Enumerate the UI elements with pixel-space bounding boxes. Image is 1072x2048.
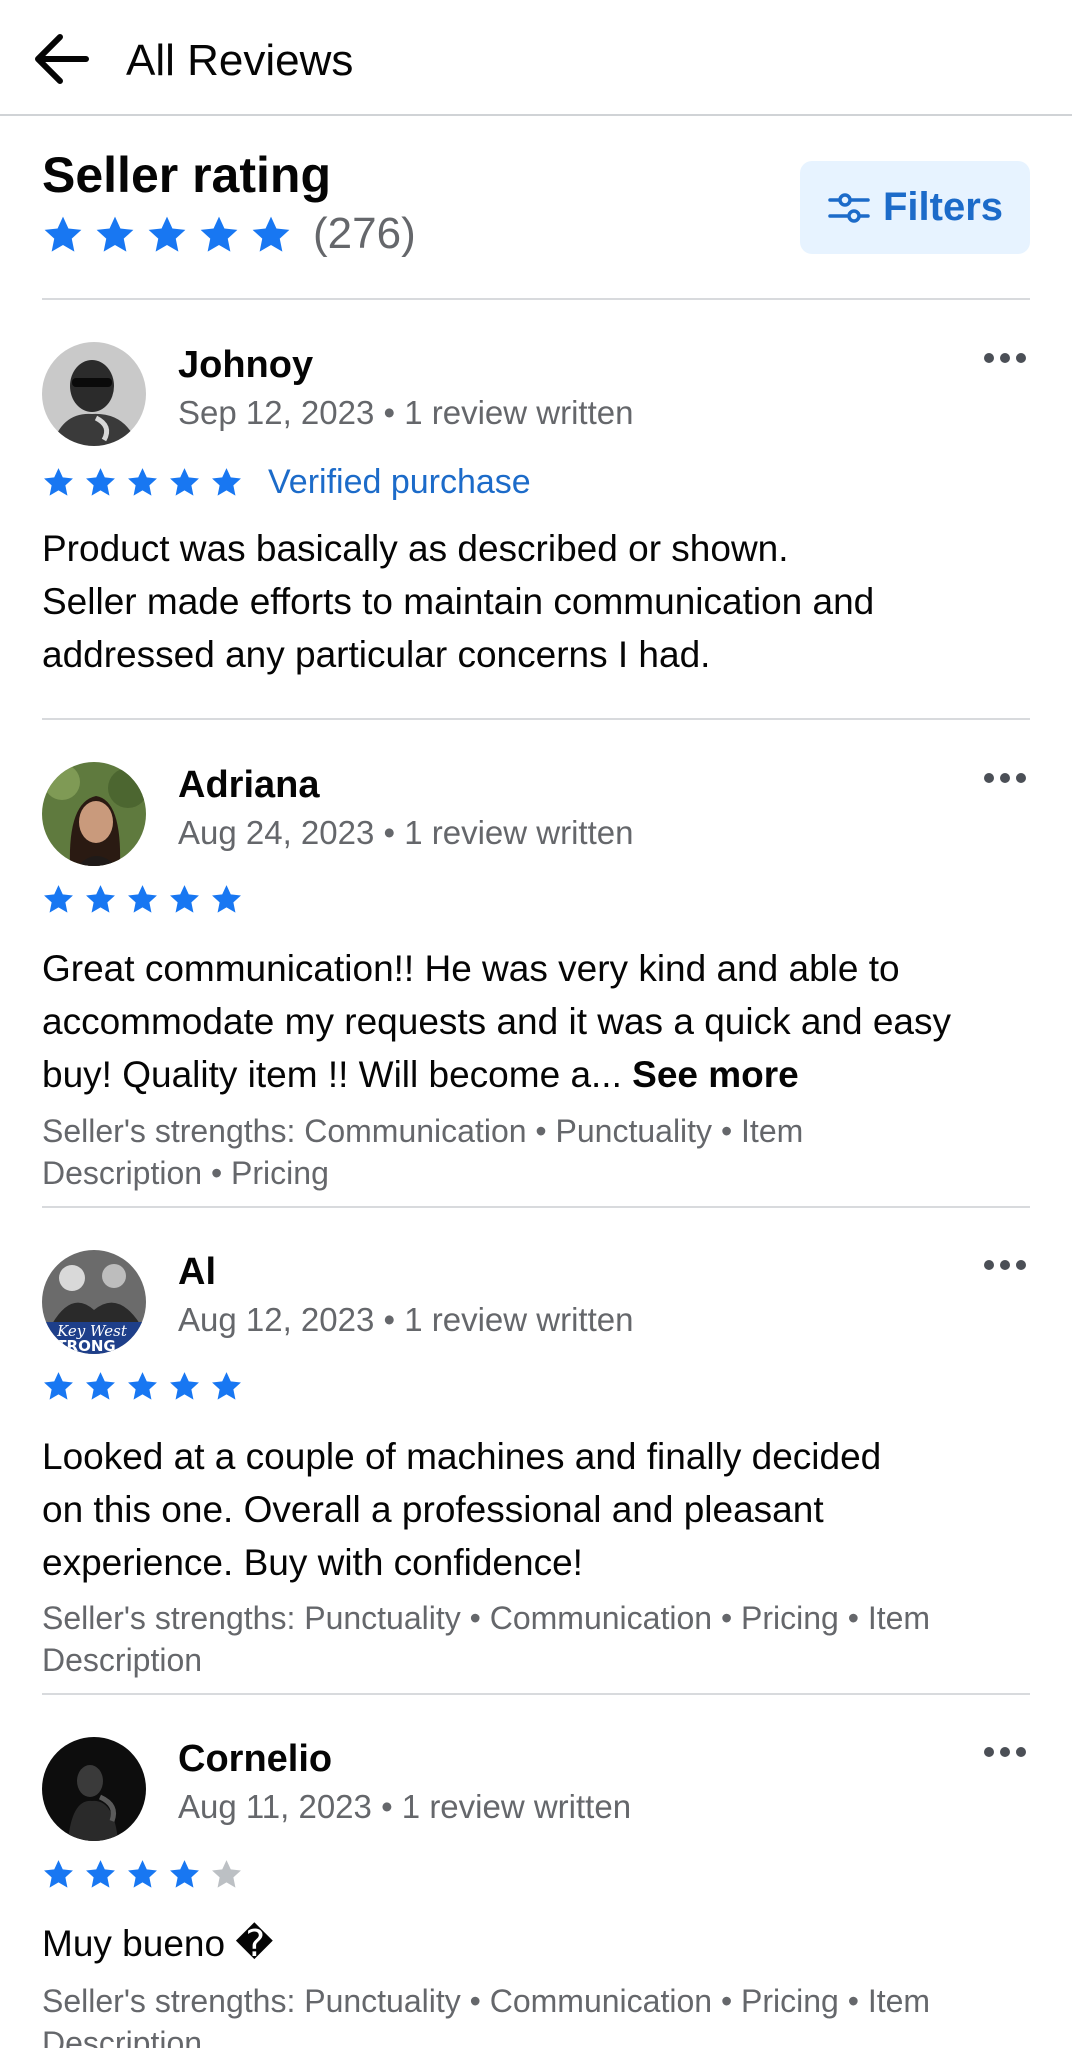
strengths-line: Seller's strengths: Punctuality • Commun… bbox=[42, 1600, 931, 1636]
star-filled-icon bbox=[148, 216, 186, 252]
review-count: 1 review written bbox=[404, 394, 634, 431]
seller-rating-stars bbox=[42, 214, 292, 256]
review-text: Looked at a couple of machines and final… bbox=[42, 1430, 1042, 1589]
review-text-line: accommodate my requests and it was a qui… bbox=[42, 1001, 952, 1042]
review-text-line: addressed any particular concerns I had. bbox=[42, 634, 711, 675]
header-divider bbox=[42, 298, 1030, 300]
star-filled-icon bbox=[86, 1372, 115, 1400]
rating-count: (276) bbox=[313, 209, 416, 258]
more-options-button[interactable] bbox=[980, 343, 1030, 373]
filter-sliders-icon bbox=[828, 192, 870, 223]
back-arrow-icon bbox=[35, 34, 89, 84]
star-filled-icon bbox=[212, 885, 241, 913]
strengths-line: Description bbox=[42, 1642, 203, 1678]
review-date: Sep 12, 2023 bbox=[178, 394, 375, 431]
seller-strengths: Seller's strengths: Punctuality • Commun… bbox=[42, 1980, 1032, 2048]
filters-label: Filters bbox=[882, 185, 1004, 229]
review-text-line: Seller made efforts to maintain communic… bbox=[42, 581, 875, 622]
star-filled-icon bbox=[170, 1372, 199, 1400]
back-button[interactable] bbox=[30, 30, 94, 88]
review-stars bbox=[42, 1370, 243, 1403]
star-filled-icon bbox=[86, 1860, 115, 1888]
more-options-button[interactable] bbox=[980, 1737, 1030, 1767]
review-text-line: Muy bueno � bbox=[42, 1923, 274, 1964]
avatar[interactable] bbox=[42, 762, 146, 866]
seller-strengths: Seller's strengths: Communication • Punc… bbox=[42, 1110, 1032, 1194]
star-filled-icon bbox=[170, 885, 199, 913]
filters-button[interactable]: Filters bbox=[800, 161, 1030, 254]
review-divider bbox=[42, 718, 1030, 720]
review-meta: Aug 12, 2023 • 1 review written bbox=[178, 1301, 634, 1338]
top-bar: All Reviews bbox=[0, 0, 1072, 116]
star-filled-icon bbox=[86, 885, 115, 913]
review-date: Aug 24, 2023 bbox=[178, 814, 375, 851]
review-date: Aug 11, 2023 bbox=[178, 1788, 372, 1825]
strengths-line: Seller's strengths: Punctuality • Commun… bbox=[42, 1983, 931, 2019]
review-text-line: Product was basically as described or sh… bbox=[42, 528, 789, 569]
strengths-line: Description bbox=[42, 2025, 203, 2048]
review-meta: Aug 11, 2023 • 1 review written bbox=[178, 1788, 632, 1825]
star-filled-icon bbox=[128, 885, 157, 913]
reviewer-name[interactable]: Cornelio bbox=[178, 1737, 332, 1781]
seller-rating-title: Seller rating bbox=[42, 147, 331, 203]
review-text-line: buy! Quality item !! Will become a... Se… bbox=[42, 1048, 1042, 1101]
review-count: 1 review written bbox=[401, 1788, 632, 1825]
star-filled-icon bbox=[212, 1372, 241, 1400]
review-text: Great communication!! He was very kind a… bbox=[42, 942, 1042, 1101]
star-empty-icon bbox=[212, 1860, 241, 1888]
review-date: Aug 12, 2023 bbox=[178, 1301, 375, 1338]
verified-purchase-label: Verified purchase bbox=[268, 463, 531, 501]
reviewer-name[interactable]: Adriana bbox=[178, 763, 319, 807]
review-text-line: Looked at a couple of machines and final… bbox=[42, 1436, 882, 1477]
review-divider bbox=[42, 1693, 1030, 1695]
review-text: Product was basically as described or sh… bbox=[42, 522, 1042, 681]
star-filled-icon bbox=[44, 1372, 73, 1400]
more-options-button[interactable] bbox=[980, 1250, 1030, 1280]
star-filled-icon bbox=[44, 216, 82, 252]
avatar[interactable] bbox=[42, 342, 146, 446]
star-filled-icon bbox=[96, 216, 134, 252]
all-reviews-screen: All Reviews Description Seller rating (2… bbox=[0, 0, 1072, 2048]
star-filled-icon bbox=[128, 1372, 157, 1400]
strengths-line: Description • Pricing bbox=[42, 1155, 329, 1191]
star-filled-icon bbox=[44, 1860, 73, 1888]
star-filled-icon bbox=[44, 885, 73, 913]
strengths-line: Seller's strengths: Communication • Punc… bbox=[42, 1113, 804, 1149]
review-count: 1 review written bbox=[404, 814, 634, 851]
seller-strengths: Seller's strengths: Punctuality • Commun… bbox=[42, 1597, 1032, 1681]
review-text-fragment: buy! Quality item !! Will become a... bbox=[42, 1054, 622, 1095]
avatar-text-2: TRONG bbox=[56, 1337, 115, 1354]
review-divider bbox=[42, 1206, 1030, 1208]
review-text-line: experience. Buy with confidence! bbox=[42, 1542, 583, 1583]
seller-rating-header: Seller rating (276) Filters bbox=[0, 116, 1072, 299]
avatar[interactable] bbox=[42, 1737, 146, 1841]
review-text-line: Great communication!! He was very kind a… bbox=[42, 948, 900, 989]
more-options-button[interactable] bbox=[980, 763, 1030, 793]
star-filled-icon bbox=[252, 216, 290, 252]
review-text-line: on this one. Overall a professional and … bbox=[42, 1489, 824, 1530]
page-title: All Reviews bbox=[126, 36, 354, 85]
review-count: 1 review written bbox=[404, 1301, 634, 1338]
review-stars bbox=[42, 883, 243, 916]
see-more-link[interactable]: See more bbox=[632, 1054, 799, 1095]
star-filled-icon bbox=[44, 467, 73, 496]
review-text: Muy bueno � bbox=[42, 1917, 1042, 1970]
reviewer-name[interactable]: Johnoy bbox=[178, 343, 313, 387]
star-filled-icon bbox=[170, 467, 199, 496]
star-filled-icon bbox=[128, 467, 157, 496]
star-filled-icon bbox=[200, 216, 238, 252]
star-filled-icon bbox=[128, 1860, 157, 1888]
star-filled-icon bbox=[170, 1860, 199, 1888]
review-stars bbox=[42, 1858, 243, 1891]
review-meta: Sep 12, 2023 • 1 review written bbox=[178, 394, 634, 431]
star-filled-icon bbox=[212, 467, 241, 496]
star-filled-icon bbox=[86, 467, 115, 496]
avatar[interactable]: Key West TRONG bbox=[42, 1250, 146, 1354]
review-stars: Verified purchase bbox=[42, 462, 531, 502]
reviewer-name[interactable]: Al bbox=[178, 1250, 216, 1294]
review-meta: Aug 24, 2023 • 1 review written bbox=[178, 814, 634, 851]
